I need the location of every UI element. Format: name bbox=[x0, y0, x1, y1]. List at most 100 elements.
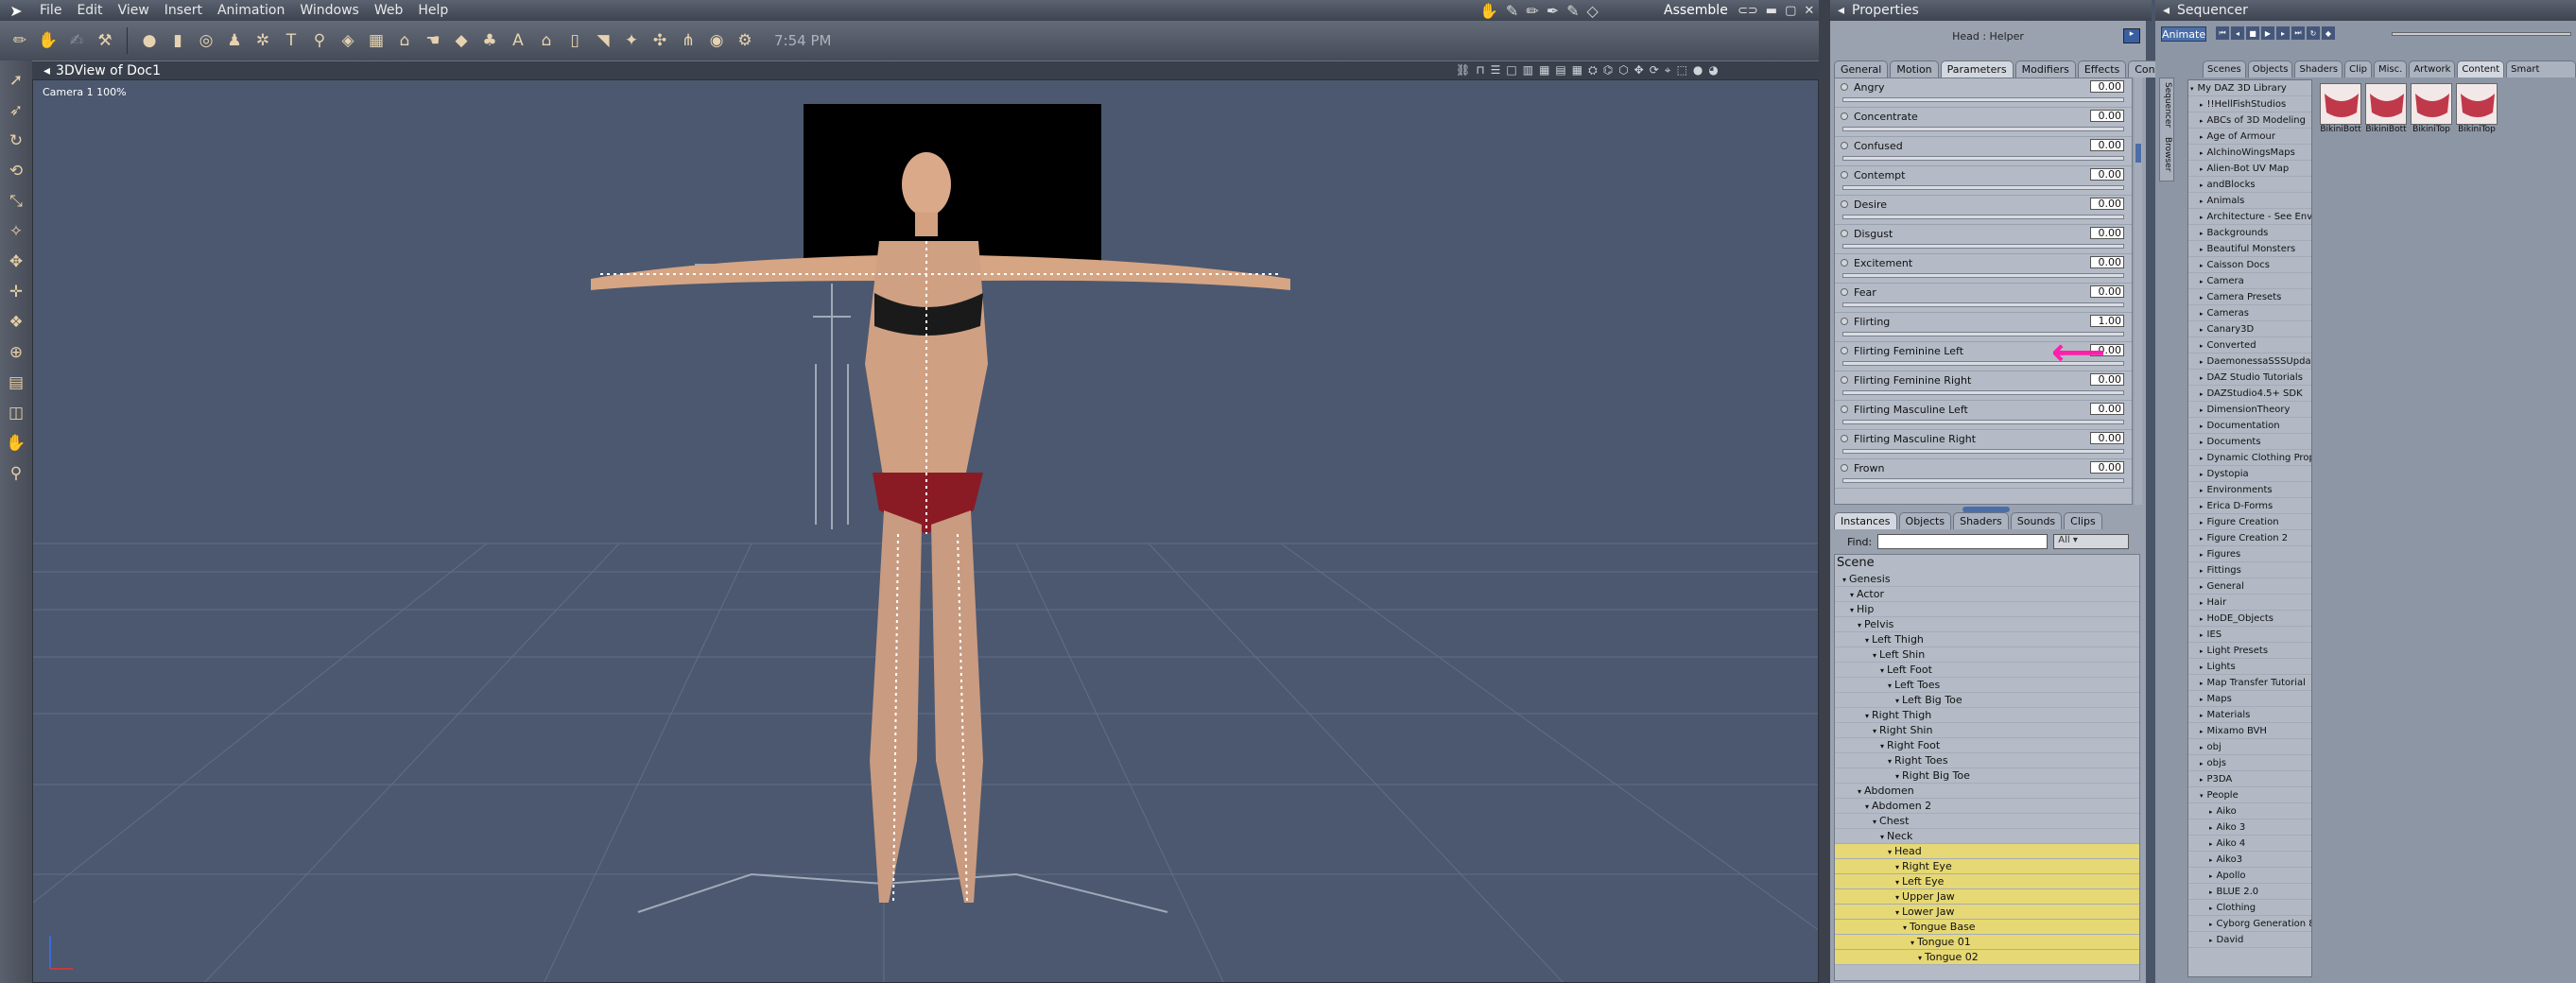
expand-icon[interactable]: ▾ bbox=[1895, 908, 1899, 917]
param-value-field[interactable]: 0.00 bbox=[2090, 461, 2124, 474]
expand-icon[interactable]: ▾ bbox=[1910, 939, 1914, 947]
pose-icon[interactable]: ✧ bbox=[4, 219, 28, 244]
single-view-icon[interactable]: □ bbox=[1506, 63, 1516, 77]
param-value-field[interactable]: 0.00 bbox=[2090, 432, 2124, 444]
param-row[interactable]: Contempt 0.00 bbox=[1835, 166, 2132, 196]
close-icon[interactable]: ✕ bbox=[1804, 4, 1814, 18]
expand-icon[interactable]: ▸ bbox=[2200, 728, 2204, 735]
frame-icon[interactable]: ⬚ bbox=[1677, 63, 1687, 77]
zoom-icon[interactable]: ⚲ bbox=[4, 461, 28, 486]
expand-icon[interactable]: ▸ bbox=[2200, 519, 2204, 526]
content-folder[interactable]: ▸ HoDE_Objects bbox=[2188, 611, 2311, 627]
content-folder[interactable]: ▸ Caisson Docs bbox=[2188, 257, 2311, 273]
content-folder[interactable]: ▸ Fittings bbox=[2188, 562, 2311, 578]
content-folder[interactable]: ▸ Figure Creation 2 bbox=[2188, 530, 2311, 546]
timeline-slider[interactable] bbox=[2392, 32, 2571, 36]
param-slider[interactable] bbox=[1842, 156, 2124, 161]
expand-icon[interactable]: ▸ bbox=[2200, 149, 2204, 157]
expand-icon[interactable]: ▸ bbox=[2209, 937, 2213, 944]
content-thumbnail[interactable]: BikiniTop bbox=[2456, 83, 2498, 142]
content-folder[interactable]: ▸Architecture - See Environ bbox=[2188, 209, 2311, 225]
hierarchy-icon[interactable]: ⋔ bbox=[676, 28, 700, 53]
param-menu-icon[interactable] bbox=[1841, 288, 1848, 296]
link-icon[interactable]: ⛓ bbox=[1456, 63, 1470, 77]
seq-tab-objects[interactable]: Objects bbox=[2247, 60, 2293, 78]
eraser-icon[interactable]: ◇ bbox=[1587, 2, 1599, 20]
param-row[interactable]: Excitement 0.00 bbox=[1835, 254, 2132, 284]
expand-icon[interactable]: ▸ bbox=[2209, 905, 2213, 912]
param-slider[interactable] bbox=[1842, 244, 2124, 249]
content-folder[interactable]: ▸ Animals bbox=[2188, 193, 2311, 209]
tree-node[interactable]: ▾ Right Shin bbox=[1835, 723, 2139, 738]
scene-tab-shaders[interactable]: Shaders bbox=[1953, 512, 2009, 529]
param-scrollbar[interactable] bbox=[2135, 78, 2142, 505]
expand-icon[interactable]: ▾ bbox=[1865, 802, 1869, 811]
tri-view-icon[interactable]: ▤ bbox=[1555, 63, 1565, 77]
hammer-icon[interactable]: ⚒ bbox=[93, 28, 117, 53]
pan-icon[interactable]: ✥ bbox=[1634, 63, 1644, 77]
tree-node[interactable]: ▾ Chest bbox=[1835, 814, 2139, 829]
translate-icon[interactable]: ✥ bbox=[4, 250, 28, 274]
content-folder[interactable]: ▸ Aiko 4 bbox=[2188, 836, 2311, 852]
param-value-field[interactable]: 0.00 bbox=[2090, 139, 2124, 151]
tree-node[interactable]: ▾ Left Foot bbox=[1835, 663, 2139, 678]
split-view-icon[interactable]: ▥ bbox=[1523, 63, 1533, 77]
seq-tab-smart-content[interactable]: Smart Content bbox=[2506, 60, 2576, 92]
expand-icon[interactable]: ▸ bbox=[2209, 808, 2213, 816]
prev-frame-icon[interactable]: ◂ bbox=[2231, 26, 2244, 40]
tree-node[interactable]: ▾ Right Eye bbox=[1835, 859, 2139, 874]
sphere-icon[interactable]: ● bbox=[1693, 63, 1703, 77]
param-slider[interactable] bbox=[1842, 273, 2124, 278]
tree-node[interactable]: ▾ Head bbox=[1835, 844, 2139, 859]
expand-icon[interactable]: ▸ bbox=[2200, 246, 2204, 253]
content-folder[interactable]: ▸ Maps bbox=[2188, 691, 2311, 707]
param-menu-icon[interactable] bbox=[1841, 405, 1848, 413]
param-value-field[interactable]: 0.00 bbox=[2090, 285, 2124, 298]
expand-icon[interactable]: ▸ bbox=[2200, 198, 2204, 205]
node-select-icon[interactable]: ➶ bbox=[4, 98, 28, 123]
menu-windows[interactable]: Windows bbox=[292, 3, 367, 18]
param-slider[interactable] bbox=[1842, 420, 2124, 424]
seq-tab-artwork[interactable]: Artwork bbox=[2409, 60, 2456, 78]
expand-icon[interactable]: ▸ bbox=[2209, 921, 2213, 928]
expand-icon[interactable]: ▸ bbox=[2209, 888, 2213, 896]
rotate-icon[interactable]: ↻ bbox=[4, 129, 28, 153]
content-folder[interactable]: ▸ Materials bbox=[2188, 707, 2311, 723]
param-value-field[interactable]: 0.00 bbox=[2090, 110, 2124, 122]
param-value-field[interactable]: 0.00 bbox=[2090, 168, 2124, 181]
expand-icon[interactable]: ▸ bbox=[2200, 358, 2204, 366]
content-folder[interactable]: ▸ AlchinoWingsMaps bbox=[2188, 145, 2311, 161]
param-menu-icon[interactable] bbox=[1841, 318, 1848, 325]
content-folder[interactable]: ▸ Age of Armour bbox=[2188, 129, 2311, 145]
content-folder[interactable]: ▸ DAZ Studio Tutorials bbox=[2188, 370, 2311, 386]
content-folder[interactable]: ▸ Aiko3 bbox=[2188, 852, 2311, 868]
expand-icon[interactable]: ▸ bbox=[2200, 181, 2204, 189]
tab-motion[interactable]: Motion bbox=[1890, 60, 1939, 78]
expand-icon[interactable]: ▸ bbox=[2200, 230, 2204, 237]
tree-node[interactable]: ▾ Left Eye bbox=[1835, 874, 2139, 889]
param-value-field[interactable]: 0.00 bbox=[2090, 256, 2124, 268]
param-menu-icon[interactable] bbox=[1841, 376, 1848, 384]
param-value-field[interactable]: 0.00 bbox=[2090, 227, 2124, 239]
tree-node[interactable]: ▾ Left Shin bbox=[1835, 647, 2139, 663]
param-row[interactable]: Flirting Masculine Right 0.00 bbox=[1835, 430, 2132, 459]
expand-icon[interactable]: ▸ bbox=[2200, 551, 2204, 559]
find-filter-select[interactable]: All ▾ bbox=[2053, 534, 2130, 549]
bone-icon[interactable]: ⚲ bbox=[307, 28, 332, 53]
seq-tab-misc-[interactable]: Misc. bbox=[2374, 60, 2408, 78]
tree-node[interactable]: ▾ Upper Jaw bbox=[1835, 889, 2139, 905]
content-folder[interactable]: ▸ !!HellFishStudios bbox=[2188, 96, 2311, 112]
camera-icon[interactable]: ◫ bbox=[4, 401, 28, 425]
stop-icon[interactable]: ■ bbox=[2246, 26, 2259, 40]
content-folder[interactable]: ▸ Aiko bbox=[2188, 803, 2311, 819]
tree-node[interactable]: ▾ Tongue 02 bbox=[1835, 950, 2139, 965]
expand-icon[interactable]: ▸ bbox=[2200, 278, 2204, 285]
param-menu-icon[interactable] bbox=[1841, 200, 1848, 208]
expand-icon[interactable]: ▸ bbox=[2200, 406, 2204, 414]
param-slider[interactable] bbox=[1842, 127, 2124, 131]
param-row[interactable]: Frown 0.00 bbox=[1835, 459, 2132, 489]
seq-tab-shaders[interactable]: Shaders bbox=[2294, 60, 2343, 78]
tree-node[interactable]: ▾ Pelvis bbox=[1835, 617, 2139, 632]
content-thumbnail[interactable]: BikiniTop bbox=[2411, 83, 2452, 142]
param-row[interactable]: Fear 0.00 bbox=[1835, 284, 2132, 313]
